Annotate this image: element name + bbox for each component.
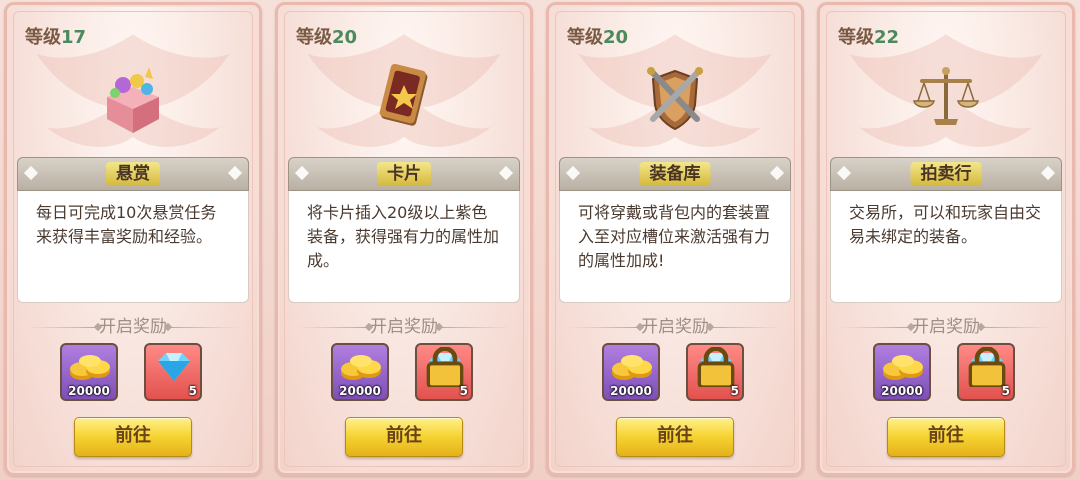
shield-swords-icon: [635, 57, 715, 137]
lock-icon: [968, 347, 1006, 387]
reward-slot-gem[interactable]: 5: [957, 343, 1015, 401]
feature-card-cards: 等级20 卡片 将卡片插入20级以上紫色装备，获得强有力的属性加成。 开启奖励: [275, 2, 533, 476]
divider-line: [840, 327, 910, 328]
divider-line: [982, 327, 1052, 328]
reward-slot-gem[interactable]: 5: [686, 343, 744, 401]
reward-slot-gold[interactable]: 20000: [331, 343, 389, 401]
go-button[interactable]: 前往: [616, 417, 734, 457]
reward-list: 20000 5: [873, 343, 1019, 401]
level-requirement: 等级22: [838, 23, 899, 49]
level-requirement: 等级20: [296, 23, 357, 49]
reward-quantity: 5: [730, 384, 739, 398]
reward-slot-gold[interactable]: 20000: [873, 343, 931, 401]
feature-unlock-panel: 等级17 悬赏 每日可完成10次悬赏任务来获得丰富奖励和经验。 开启奖励 200…: [0, 0, 1080, 480]
divider-line: [298, 327, 368, 328]
level-label: 等级: [25, 27, 61, 48]
reward-header: 开启奖励: [563, 315, 787, 339]
level-requirement: 等级20: [567, 23, 628, 49]
reward-slot-gem[interactable]: 5: [144, 343, 202, 401]
card-title-bar: 悬赏: [17, 157, 249, 191]
card-description: 可将穿戴或背包内的套装置入至对应槽位来激活强有力的属性加成!: [559, 191, 791, 303]
divider-line: [27, 327, 97, 328]
lock-icon: [426, 347, 464, 387]
reward-list: 20000 5: [60, 343, 206, 401]
feature-card-bounty: 等级17 悬赏 每日可完成10次悬赏任务来获得丰富奖励和经验。 开启奖励 200…: [4, 2, 262, 476]
level-value: 17: [61, 27, 87, 48]
card-description: 交易所，可以和玩家自由交易未绑定的装备。: [830, 191, 1062, 303]
feature-card-auction: 等级22 拍卖行 交易所，可以和玩家自由交易未绑定的装备。 开启奖励 20000…: [817, 2, 1075, 476]
reward-slot-gold[interactable]: 20000: [602, 343, 660, 401]
go-button[interactable]: 前往: [345, 417, 463, 457]
level-requirement: 等级17: [25, 23, 86, 49]
reward-header: 开启奖励: [292, 315, 516, 339]
reward-quantity: 5: [188, 384, 197, 398]
treasure-box-icon: [93, 57, 173, 137]
card-description: 每日可完成10次悬赏任务来获得丰富奖励和经验。: [17, 191, 249, 303]
gold-coins-icon: [341, 355, 381, 380]
card-description: 将卡片插入20级以上紫色装备，获得强有力的属性加成。: [288, 191, 520, 303]
level-label: 等级: [567, 27, 603, 48]
reward-quantity: 20000: [881, 384, 923, 398]
card-icon: [364, 57, 444, 137]
reward-quantity: 20000: [610, 384, 652, 398]
card-title: 悬赏: [106, 162, 160, 186]
reward-quantity: 5: [459, 384, 468, 398]
blue-gem-icon: [158, 353, 190, 381]
divider-line: [169, 327, 239, 328]
reward-header: 开启奖励: [21, 315, 245, 339]
reward-quantity: 5: [1001, 384, 1010, 398]
card-title: 拍卖行: [910, 162, 982, 186]
reward-header-label: 开启奖励: [99, 317, 167, 337]
reward-quantity: 20000: [68, 384, 110, 398]
reward-header-label: 开启奖励: [912, 317, 980, 337]
card-title-bar: 卡片: [288, 157, 520, 191]
divider-line: [711, 327, 781, 328]
reward-header-label: 开启奖励: [370, 317, 438, 337]
go-button[interactable]: 前往: [74, 417, 192, 457]
gold-coins-icon: [883, 355, 923, 380]
reward-header-label: 开启奖励: [641, 317, 709, 337]
scales-icon: [906, 57, 986, 137]
card-title-bar: 装备库: [559, 157, 791, 191]
card-title: 装备库: [639, 162, 711, 186]
gold-coins-icon: [70, 355, 110, 380]
reward-list: 20000 5: [602, 343, 748, 401]
reward-slot-gem[interactable]: 5: [415, 343, 473, 401]
level-label: 等级: [838, 27, 874, 48]
level-value: 20: [603, 27, 629, 48]
level-label: 等级: [296, 27, 332, 48]
reward-quantity: 20000: [339, 384, 381, 398]
gold-coins-icon: [612, 355, 652, 380]
lock-icon: [697, 347, 735, 387]
level-value: 20: [332, 27, 358, 48]
reward-slot-gold[interactable]: 20000: [60, 343, 118, 401]
reward-list: 20000 5: [331, 343, 477, 401]
card-title-bar: 拍卖行: [830, 157, 1062, 191]
go-button[interactable]: 前往: [887, 417, 1005, 457]
divider-line: [440, 327, 510, 328]
divider-line: [569, 327, 639, 328]
feature-card-equipment: 等级20 装备库 可将穿戴或背包内的套装置入至对应槽位来激活强有力的属性加成! …: [546, 2, 804, 476]
reward-header: 开启奖励: [834, 315, 1058, 339]
level-value: 22: [874, 27, 900, 48]
card-title: 卡片: [377, 162, 431, 186]
